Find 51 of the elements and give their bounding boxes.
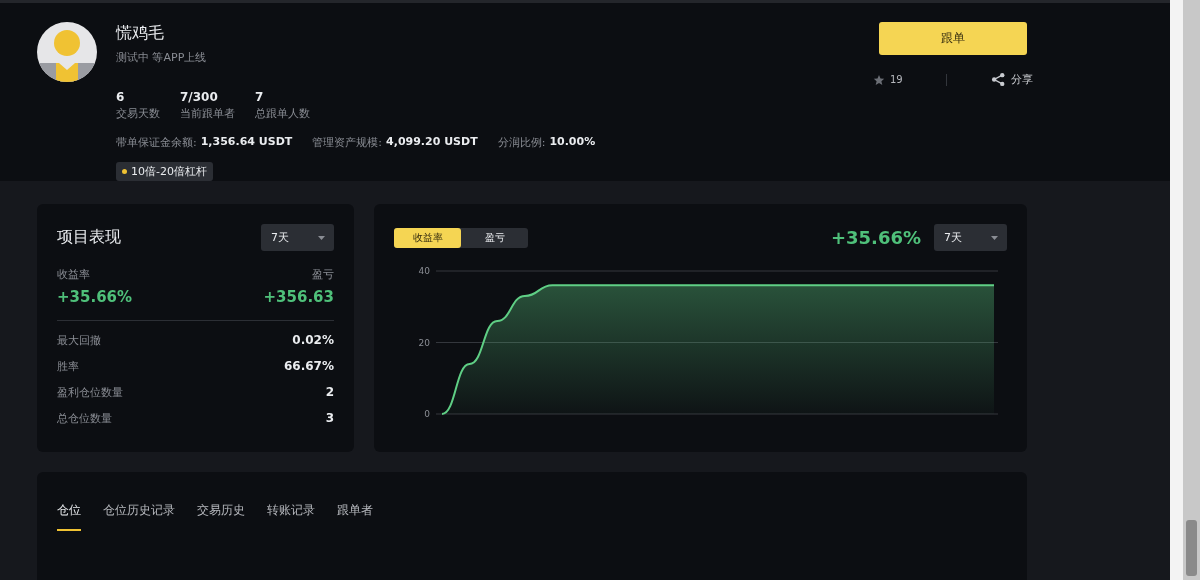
avatar-icon [37,22,97,82]
fact-value: 1,356.64 USDT [200,135,293,150]
star-icon[interactable] [873,73,885,86]
metric-label: 总仓位数量 [57,410,112,426]
fact-label: 分润比例: [497,135,546,150]
caret-icon [991,235,998,240]
stat-label: 总跟单人数 [255,106,310,121]
performance-title: 项目表现 [57,227,121,248]
metric-value: +35.66% [57,288,133,306]
stat-value: 6 [116,90,126,104]
return-total: +35.66% [830,227,921,248]
records-tab[interactable]: 转账记录 [267,502,315,531]
records-tab[interactable]: 仓位历史记录 [103,502,175,531]
metric-value: 66.67% [284,359,334,373]
caret-icon [318,235,325,240]
fact-label: 带单保证金余额: [116,135,197,150]
metric-value: 2 [325,385,334,399]
favorite-count: 19 [890,74,903,85]
fact-value: 10.00% [549,135,596,150]
fact-value: 4,099.20 USDT [386,135,478,150]
metric-value: 0.02% [292,333,334,347]
scrollbar[interactable] [1183,0,1200,580]
trader-name: 慌鸡毛 [116,22,165,44]
records-tab[interactable]: 跟单者 [337,502,373,531]
metric-label: 最大回撤 [57,332,101,348]
metric-label: 胜率 [57,358,79,374]
axis-tick-label: 40 [418,266,430,276]
metric-value: +356.63 [263,288,334,306]
stat-value: 7/300 [180,90,219,104]
tag-text: 10倍-20倍杠杆 [131,164,207,179]
share-link[interactable]: 分享 [1011,72,1033,87]
chart-tab[interactable]: 收益率 [394,227,461,248]
trader-bio: 测试中 等APP上线 [116,50,208,65]
fact-label: 管理资产规模: [312,135,383,150]
metric-label: 收益率 [57,267,91,282]
axis-tick-label: 20 [418,337,430,348]
stat-value: 7 [255,90,265,104]
metric-value: 3 [325,411,334,425]
period-select[interactable]: 7天 [934,224,1007,251]
records-tab[interactable]: 仓位 [57,502,81,531]
metric-label: 盈利仓位数量 [57,384,123,400]
axis-tick-label: 0 [424,409,430,419]
chart-tab[interactable]: 盈亏 [461,227,528,248]
follow-button[interactable]: 跟单 [879,22,1027,55]
stat-label: 交易天数 [116,106,160,121]
metric-label: 盈亏 [312,267,334,282]
stat-label: 当前跟单者 [180,106,235,121]
scrollbar-thumb[interactable] [1186,520,1197,576]
records-tab[interactable]: 交易历史 [197,502,245,531]
period-select[interactable]: 7天 [261,224,334,251]
share-icon[interactable] [991,72,1006,87]
